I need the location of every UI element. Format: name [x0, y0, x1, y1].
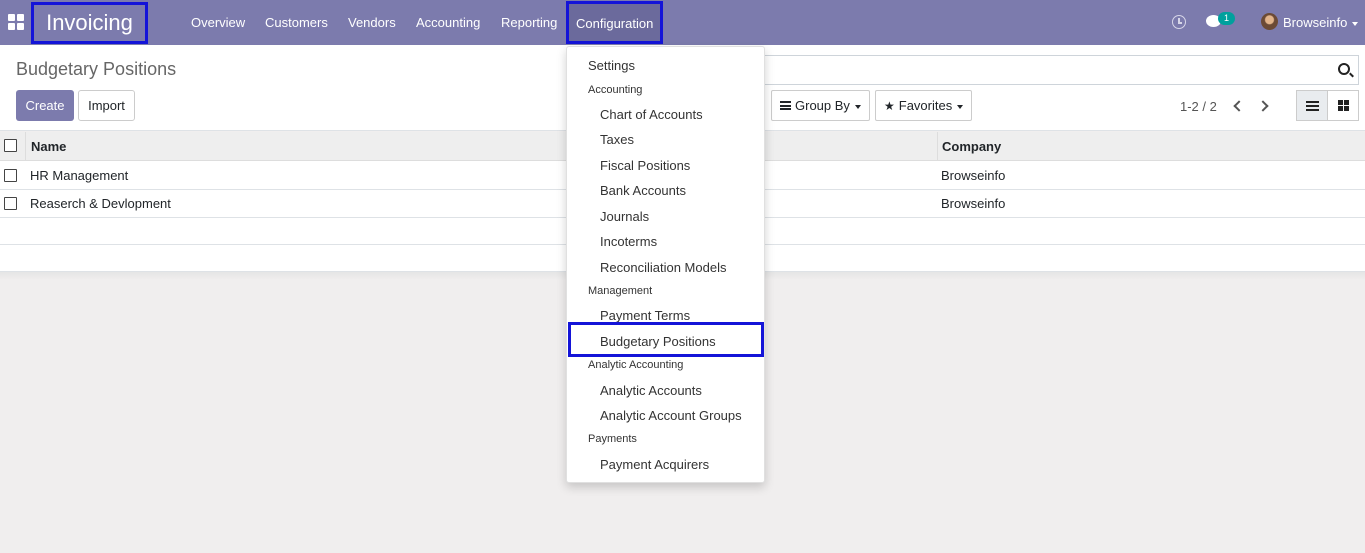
select-all-checkbox[interactable] [4, 139, 17, 152]
activity-clock-icon[interactable] [1172, 15, 1186, 29]
menu-item-settings[interactable]: Settings [588, 58, 635, 73]
pager-previous-button[interactable] [1231, 98, 1247, 114]
column-divider [937, 132, 938, 161]
cell-company: Browseinfo [941, 196, 1006, 211]
menu-item-chart-of-accounts[interactable]: Chart of Accounts [600, 107, 703, 122]
chevron-down-icon [854, 104, 861, 109]
search-icon[interactable] [1338, 63, 1350, 75]
cell-company: Browseinfo [941, 168, 1006, 183]
menu-overview[interactable]: Overview [191, 0, 245, 45]
section-header-management: Management [588, 285, 653, 297]
list-icon [1306, 101, 1319, 111]
configuration-dropdown: Settings Accounting Chart of Accounts Ta… [566, 46, 765, 483]
column-header-company[interactable]: Company [942, 139, 1001, 154]
column-divider [25, 132, 26, 161]
menu-item-reconciliation-models[interactable]: Reconciliation Models [600, 260, 726, 275]
row-checkbox[interactable] [4, 197, 17, 210]
list-view-button[interactable] [1296, 90, 1328, 121]
menu-item-bank-accounts[interactable]: Bank Accounts [600, 183, 686, 198]
group-by-icon [780, 101, 791, 111]
menu-item-payment-terms[interactable]: Payment Terms [600, 308, 690, 323]
menu-vendors[interactable]: Vendors [348, 0, 396, 45]
kanban-icon [1338, 100, 1349, 111]
user-avatar[interactable] [1261, 13, 1278, 30]
menu-item-analytic-accounts[interactable]: Analytic Accounts [600, 383, 702, 398]
menu-accounting[interactable]: Accounting [416, 0, 480, 45]
menu-item-payment-acquirers[interactable]: Payment Acquirers [600, 457, 709, 472]
menu-item-fiscal-positions[interactable]: Fiscal Positions [600, 158, 690, 173]
search-input[interactable] [757, 55, 1359, 85]
menu-configuration[interactable]: Configuration [566, 1, 664, 44]
top-navbar: Invoicing Overview Customers Vendors Acc… [0, 0, 1365, 45]
group-by-label: Group By [795, 98, 850, 113]
column-header-name[interactable]: Name [31, 139, 66, 154]
favorites-button[interactable]: ★ Favorites [875, 90, 973, 121]
chevron-left-icon [1233, 100, 1245, 112]
menu-item-analytic-account-groups[interactable]: Analytic Account Groups [600, 408, 742, 423]
menu-reporting[interactable]: Reporting [501, 0, 557, 45]
user-name-label: Browseinfo [1283, 15, 1348, 30]
import-button[interactable]: Import [78, 90, 135, 121]
favorites-label: Favorites [898, 98, 953, 113]
menu-item-taxes[interactable]: Taxes [600, 132, 634, 147]
cell-name: Reaserch & Devlopment [30, 196, 171, 211]
menu-customers[interactable]: Customers [265, 0, 328, 45]
section-header-analytic-accounting: Analytic Accounting [588, 359, 684, 371]
chevron-down-icon [1352, 21, 1359, 26]
messages-badge: 1 [1218, 12, 1235, 25]
menu-item-incoterms[interactable]: Incoterms [600, 234, 657, 249]
section-header-accounting: Accounting [588, 84, 643, 96]
create-button[interactable]: Create [16, 90, 74, 121]
star-icon: ★ [884, 99, 895, 113]
row-checkbox[interactable] [4, 169, 17, 182]
chevron-down-icon [957, 104, 964, 109]
menu-item-budgetary-positions[interactable]: Budgetary Positions [600, 334, 716, 349]
cell-name: HR Management [30, 168, 129, 183]
chevron-right-icon [1257, 100, 1269, 112]
app-title[interactable]: Invoicing [31, 2, 148, 44]
pager-value[interactable]: 1-2 / 2 [1180, 99, 1217, 114]
apps-grid-icon[interactable] [8, 14, 24, 30]
kanban-view-button[interactable] [1327, 90, 1359, 121]
section-header-payments: Payments [588, 433, 637, 445]
user-menu[interactable]: Browseinfo [1283, 0, 1359, 45]
group-by-button[interactable]: Group By [771, 90, 870, 121]
page-title: Budgetary Positions [16, 59, 177, 79]
pager-next-button[interactable] [1257, 98, 1273, 114]
menu-item-journals[interactable]: Journals [600, 209, 649, 224]
